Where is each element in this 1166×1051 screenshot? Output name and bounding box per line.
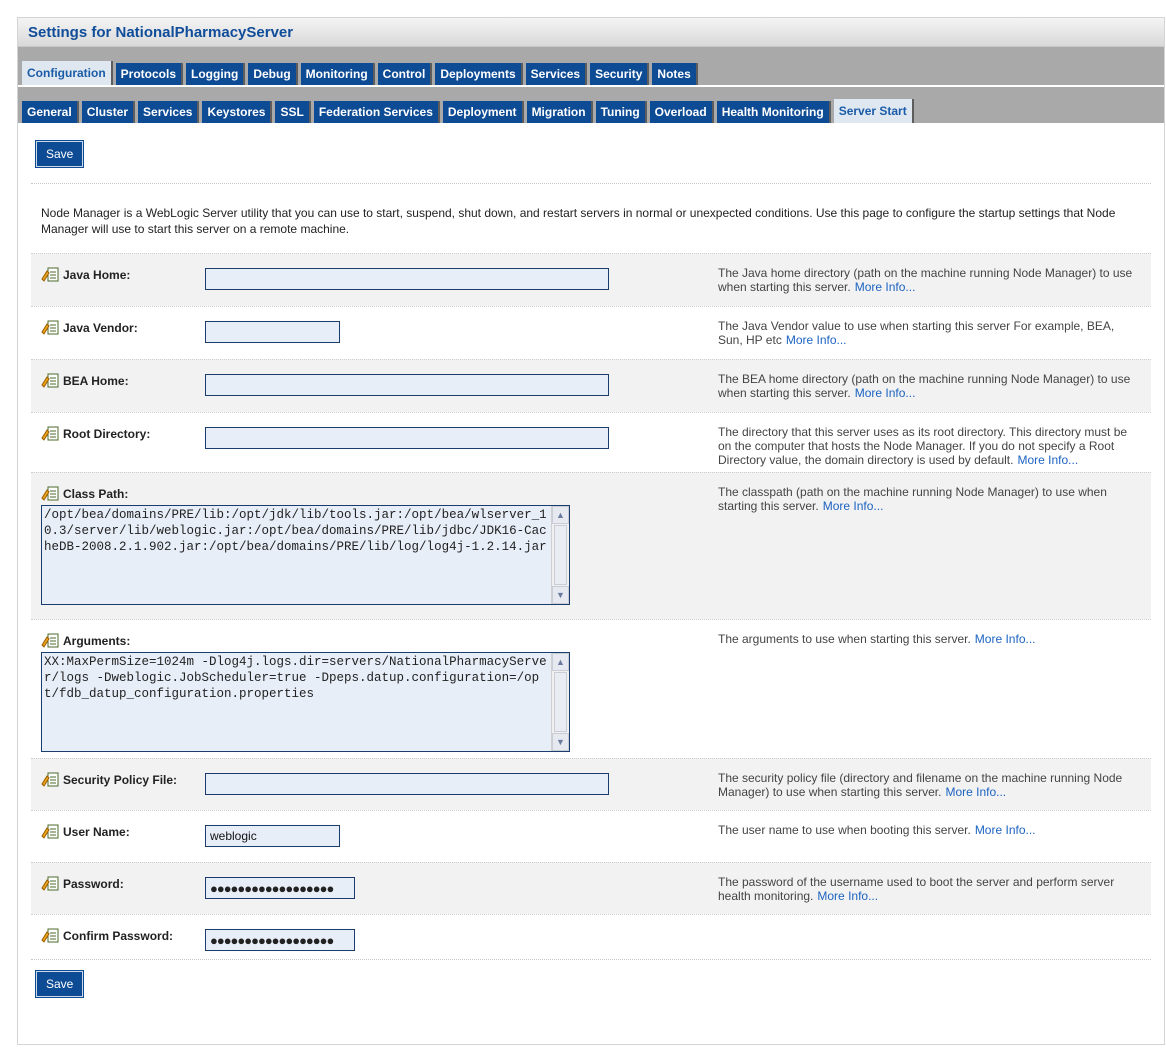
tab-services[interactable]: Services bbox=[525, 63, 588, 85]
bea-home-input[interactable] bbox=[205, 374, 609, 396]
java-home-input[interactable] bbox=[205, 268, 609, 290]
java-home-label: Java Home: bbox=[63, 268, 131, 282]
scroll-down-icon[interactable]: ▼ bbox=[552, 733, 569, 751]
save-button-top[interactable]: Save bbox=[34, 140, 85, 168]
tab-monitoring[interactable]: Monitoring bbox=[300, 63, 375, 85]
row-bea-home: BEA Home: The BEA home directory (path o… bbox=[31, 359, 1151, 412]
tab-security[interactable]: Security bbox=[590, 63, 650, 85]
row-password: Password: ●●●●●●●●●●●●●●●●●● The passwor… bbox=[31, 862, 1151, 914]
security-policy-more-info-link[interactable]: More Info... bbox=[945, 785, 1006, 799]
password-help: The password of the username used to boo… bbox=[718, 875, 1115, 903]
edit-lock-icon bbox=[41, 633, 59, 648]
bea-home-more-info-link[interactable]: More Info... bbox=[855, 386, 916, 400]
tab-notes[interactable]: Notes bbox=[652, 63, 698, 85]
scroll-down-icon[interactable]: ▼ bbox=[552, 586, 569, 604]
user-name-more-info-link[interactable]: More Info... bbox=[975, 823, 1036, 837]
security-policy-file-input[interactable] bbox=[205, 773, 609, 795]
tab-control[interactable]: Control bbox=[377, 63, 433, 85]
class-path-more-info-link[interactable]: More Info... bbox=[823, 499, 884, 513]
subtab-services[interactable]: Services bbox=[138, 101, 200, 123]
scroll-thumb[interactable] bbox=[554, 672, 567, 732]
java-home-help: The Java home directory (path on the mac… bbox=[718, 266, 1133, 294]
class-path-label: Class Path: bbox=[63, 487, 129, 501]
class-path-value[interactable]: /opt/bea/domains/PRE/lib:/opt/jdk/lib/to… bbox=[42, 506, 551, 604]
subtab-deployment[interactable]: Deployment bbox=[442, 101, 524, 123]
subtab-server-start[interactable]: Server Start bbox=[833, 99, 914, 123]
scroll-up-icon[interactable]: ▲ bbox=[552, 506, 569, 524]
edit-lock-icon bbox=[41, 267, 59, 282]
row-confirm-password: Confirm Password: ●●●●●●●●●●●●●●●●●● bbox=[31, 914, 1151, 959]
class-path-textarea[interactable]: /opt/bea/domains/PRE/lib:/opt/jdk/lib/to… bbox=[41, 505, 570, 605]
row-arguments: Arguments: XX:MaxPermSize=1024m -Dlog4j.… bbox=[31, 619, 1151, 758]
edit-lock-icon bbox=[41, 876, 59, 891]
settings-panel: Settings for NationalPharmacyServer Conf… bbox=[17, 17, 1165, 1045]
edit-lock-icon bbox=[41, 486, 59, 501]
subtab-federation-services[interactable]: Federation Services bbox=[313, 101, 440, 123]
scroll-thumb[interactable] bbox=[554, 525, 567, 585]
subtab-overload[interactable]: Overload bbox=[649, 101, 714, 123]
java-vendor-help: The Java Vendor value to use when starti… bbox=[718, 319, 1115, 347]
save-button-bottom[interactable]: Save bbox=[34, 970, 85, 998]
tab-logging[interactable]: Logging bbox=[186, 63, 246, 85]
intro-text: Node Manager is a WebLogic Server utilit… bbox=[41, 206, 1116, 236]
row-security-policy-file: Security Policy File: The security polic… bbox=[31, 758, 1151, 810]
edit-lock-icon bbox=[41, 824, 59, 839]
row-java-home: Java Home: The Java home directory (path… bbox=[31, 253, 1151, 306]
bea-home-label: BEA Home: bbox=[63, 374, 129, 388]
tab-configuration[interactable]: Configuration bbox=[22, 61, 113, 85]
user-name-label: User Name: bbox=[63, 825, 130, 839]
edit-lock-icon bbox=[41, 772, 59, 787]
user-name-input[interactable] bbox=[205, 825, 340, 847]
root-directory-more-info-link[interactable]: More Info... bbox=[1017, 453, 1078, 467]
class-path-scrollbar[interactable]: ▲ ▼ bbox=[551, 506, 569, 604]
arguments-more-info-link[interactable]: More Info... bbox=[975, 632, 1036, 646]
security-policy-file-label: Security Policy File: bbox=[63, 773, 178, 787]
java-vendor-more-info-link[interactable]: More Info... bbox=[786, 333, 847, 347]
row-class-path: Class Path: /opt/bea/domains/PRE/lib:/op… bbox=[31, 472, 1151, 619]
class-path-help: The classpath (path on the machine runni… bbox=[718, 485, 1107, 513]
java-vendor-label: Java Vendor: bbox=[63, 321, 138, 335]
arguments-label: Arguments: bbox=[63, 634, 131, 648]
subtab-ssl[interactable]: SSL bbox=[275, 101, 311, 123]
edit-lock-icon bbox=[41, 426, 59, 441]
tab-debug[interactable]: Debug bbox=[248, 63, 298, 85]
password-input[interactable]: ●●●●●●●●●●●●●●●●●● bbox=[205, 877, 355, 899]
edit-lock-icon bbox=[41, 373, 59, 388]
subtab-general[interactable]: General bbox=[22, 101, 79, 123]
arguments-scrollbar[interactable]: ▲ ▼ bbox=[551, 653, 569, 751]
root-directory-input[interactable] bbox=[205, 427, 609, 449]
tab-protocols[interactable]: Protocols bbox=[115, 63, 183, 85]
row-user-name: User Name: The user name to use when boo… bbox=[31, 810, 1151, 862]
title-bar: Settings for NationalPharmacyServer bbox=[18, 18, 1164, 47]
root-directory-label: Root Directory: bbox=[63, 427, 151, 441]
subtab-migration[interactable]: Migration bbox=[526, 101, 593, 123]
java-vendor-input[interactable] bbox=[205, 321, 340, 343]
user-name-help: The user name to use when booting this s… bbox=[718, 823, 971, 837]
subtab-health-monitoring[interactable]: Health Monitoring bbox=[716, 101, 831, 123]
java-home-more-info-link[interactable]: More Info... bbox=[855, 280, 916, 294]
row-root-directory: Root Directory: The directory that this … bbox=[31, 412, 1151, 472]
confirm-password-input[interactable]: ●●●●●●●●●●●●●●●●●● bbox=[205, 929, 355, 951]
form-content: Save Node Manager is a WebLogic Server u… bbox=[18, 125, 1164, 1008]
security-policy-file-help: The security policy file (directory and … bbox=[718, 771, 1123, 799]
password-label: Password: bbox=[63, 877, 124, 891]
subtab-cluster[interactable]: Cluster bbox=[81, 101, 136, 123]
sub-tab-bar: General Cluster Services Keystores SSL F… bbox=[18, 87, 1164, 125]
page-title: Settings for NationalPharmacyServer bbox=[28, 23, 294, 41]
arguments-help: The arguments to use when starting this … bbox=[718, 632, 971, 646]
tab-deployments[interactable]: Deployments bbox=[435, 63, 523, 85]
main-tab-bar: Configuration Protocols Logging Debug Mo… bbox=[18, 47, 1164, 87]
arguments-textarea[interactable]: XX:MaxPermSize=1024m -Dlog4j.logs.dir=se… bbox=[41, 652, 570, 752]
edit-lock-icon bbox=[41, 320, 59, 335]
row-java-vendor: Java Vendor: The Java Vendor value to us… bbox=[31, 306, 1151, 359]
subtab-tuning[interactable]: Tuning bbox=[595, 101, 647, 123]
edit-lock-icon bbox=[41, 928, 59, 943]
arguments-value[interactable]: XX:MaxPermSize=1024m -Dlog4j.logs.dir=se… bbox=[42, 653, 551, 751]
bea-home-help: The BEA home directory (path on the mach… bbox=[718, 372, 1131, 400]
subtab-keystores[interactable]: Keystores bbox=[202, 101, 273, 123]
confirm-password-label: Confirm Password: bbox=[63, 929, 174, 943]
scroll-up-icon[interactable]: ▲ bbox=[552, 653, 569, 671]
password-more-info-link[interactable]: More Info... bbox=[817, 889, 878, 903]
